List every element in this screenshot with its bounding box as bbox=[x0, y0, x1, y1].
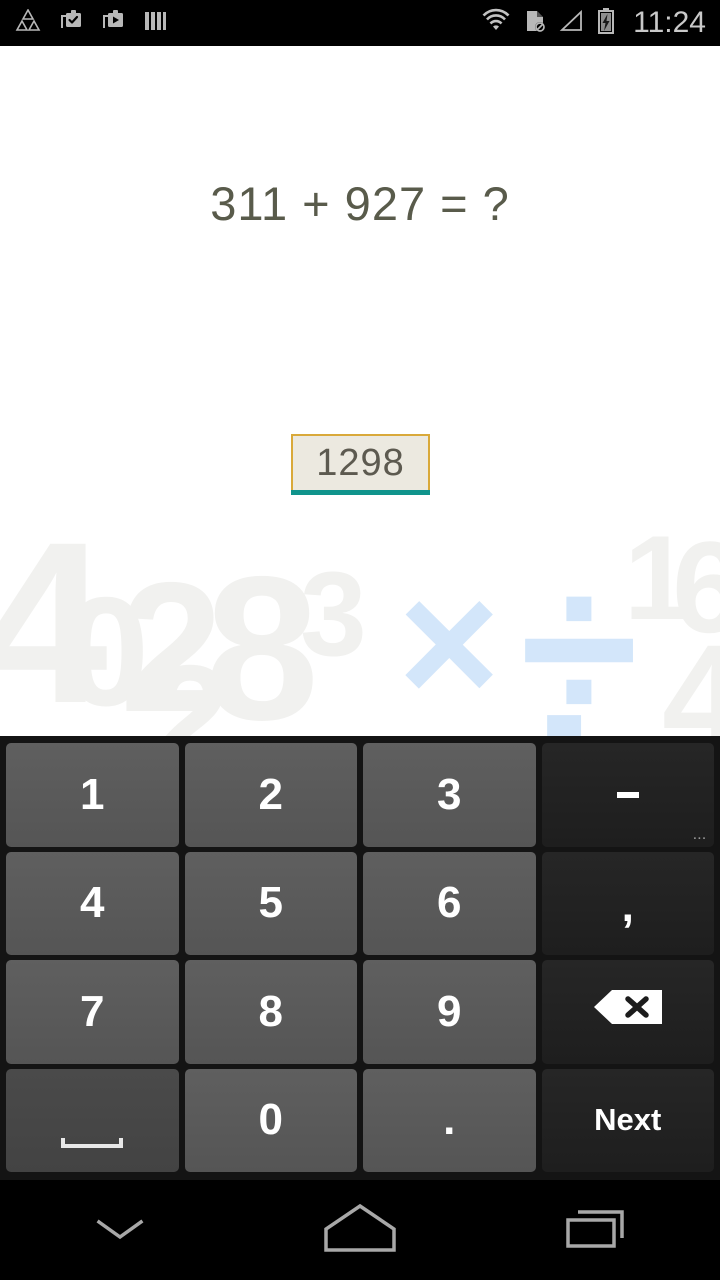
key-next[interactable]: Next bbox=[541, 1068, 714, 1172]
watermark-digit: 1 bbox=[624, 526, 691, 645]
watermark-digit: 4 bbox=[0, 526, 108, 736]
status-bar-left-icons bbox=[14, 7, 168, 39]
watermark-digit: 0 bbox=[63, 565, 150, 736]
key-comma[interactable]: , bbox=[541, 851, 714, 955]
key-1[interactable]: 1 bbox=[6, 743, 179, 847]
key-space[interactable] bbox=[6, 1068, 179, 1172]
key-9[interactable]: 9 bbox=[363, 960, 536, 1064]
key-0[interactable]: 0 bbox=[184, 1068, 357, 1172]
minus-glyph-icon bbox=[616, 791, 639, 798]
key-label: Next bbox=[594, 1102, 662, 1138]
math-watermark-background: 4 0 2 8 3 2 1 6 4 × ÷ ■ bbox=[0, 526, 720, 736]
recents-button[interactable] bbox=[480, 1180, 720, 1280]
android-navigation-bar bbox=[0, 1180, 720, 1280]
key-2[interactable]: 2 bbox=[184, 743, 357, 847]
key-label: . bbox=[443, 1095, 456, 1145]
home-icon bbox=[318, 1198, 402, 1263]
key-label: 7 bbox=[80, 986, 105, 1036]
answer-input-underline bbox=[291, 490, 430, 495]
triangle-logo-icon bbox=[14, 7, 42, 38]
key-label: 0 bbox=[258, 1095, 283, 1145]
main-content: 4 0 2 8 3 2 1 6 4 × ÷ ■ 311 + 927 = ? 12… bbox=[0, 46, 720, 736]
watermark-digit: 6 bbox=[672, 526, 720, 660]
key-3[interactable]: 3 bbox=[363, 743, 536, 847]
watermark-digit: 4 bbox=[662, 613, 720, 736]
status-bar-right-icons: 11:24 bbox=[481, 6, 706, 40]
key-label: 9 bbox=[437, 986, 462, 1036]
status-bar-clock: 11:24 bbox=[633, 6, 706, 39]
key-8[interactable]: 8 bbox=[184, 960, 357, 1064]
answer-input-value: 1298 bbox=[316, 441, 405, 484]
key-label: 4 bbox=[80, 878, 105, 928]
briefcase-play-icon bbox=[100, 8, 126, 39]
watermark-digit: 8 bbox=[205, 534, 320, 736]
keyboard-row: 4 5 6 , bbox=[6, 851, 714, 955]
key-more-options-hint: ... bbox=[693, 829, 707, 842]
key-label: 8 bbox=[258, 986, 283, 1036]
recents-icon bbox=[560, 1200, 640, 1261]
keyboard-row: 1 2 3 ... bbox=[6, 743, 714, 847]
backspace-icon bbox=[592, 986, 664, 1037]
keyboard-row: 0 . Next bbox=[6, 1068, 714, 1172]
wifi-icon bbox=[481, 8, 511, 39]
key-minus[interactable]: ... bbox=[541, 743, 714, 847]
key-period[interactable]: . bbox=[363, 1068, 536, 1172]
key-7[interactable]: 7 bbox=[6, 960, 179, 1064]
key-label: 1 bbox=[80, 769, 105, 819]
key-label: 2 bbox=[258, 769, 283, 819]
signal-empty-icon bbox=[559, 8, 585, 39]
bars-icon bbox=[142, 8, 168, 39]
space-bar-icon bbox=[61, 1138, 124, 1149]
keyboard-row: 7 8 9 bbox=[6, 960, 714, 1064]
watermark-digit: 2 bbox=[120, 545, 223, 737]
key-backspace[interactable] bbox=[541, 960, 714, 1064]
key-5[interactable]: 5 bbox=[184, 851, 357, 955]
watermark-multiply-operator: × bbox=[398, 546, 501, 736]
status-bar: 11:24 bbox=[0, 0, 720, 46]
phone-screen: 11:24 4 0 2 8 3 2 1 6 4 × ÷ ■ 311 + 927 … bbox=[0, 0, 720, 1280]
key-6[interactable]: 6 bbox=[363, 851, 536, 955]
sim-card-missing-icon bbox=[523, 8, 547, 39]
key-label: 5 bbox=[258, 878, 283, 928]
watermark-square-mark: ■ bbox=[543, 690, 586, 736]
key-label: , bbox=[621, 882, 634, 932]
key-label: 6 bbox=[437, 878, 462, 928]
math-question: 311 + 927 = ? bbox=[210, 177, 510, 230]
key-4[interactable]: 4 bbox=[6, 851, 179, 955]
answer-input[interactable]: 1298 bbox=[291, 434, 430, 490]
numeric-keyboard: 1 2 3 ... 4 5 6 , 7 8 9 0 . Next bbox=[0, 736, 720, 1180]
watermark-divide-operator: ÷ bbox=[520, 527, 638, 736]
hide-keyboard-icon bbox=[85, 1206, 155, 1255]
battery-charging-icon bbox=[597, 7, 615, 40]
clipboard-check-icon bbox=[58, 8, 84, 39]
hide-keyboard-button[interactable] bbox=[0, 1180, 240, 1280]
watermark-digit: 3 bbox=[300, 547, 367, 681]
home-button[interactable] bbox=[240, 1180, 480, 1280]
watermark-digit: 2 bbox=[150, 635, 231, 737]
key-label: 3 bbox=[437, 769, 462, 819]
